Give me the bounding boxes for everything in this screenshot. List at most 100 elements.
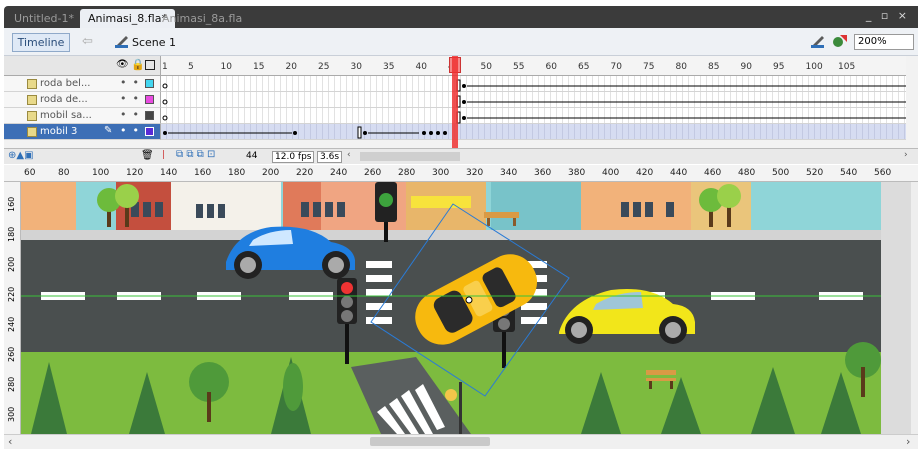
eye-icon[interactable]: 👁 [116,59,129,70]
h-ruler-tick: 180 [228,168,246,178]
new-layer-icon[interactable]: ⊕▲▣ [8,150,34,161]
city-buildings [21,182,881,230]
frame-rate[interactable]: 12.0 fps [272,151,315,163]
horizontal-scroll-thumb[interactable] [370,437,490,446]
layer-name: mobil 3 [40,126,78,137]
tween-markers [162,79,906,139]
transform-point[interactable] [465,296,473,304]
scroll-right-icon[interactable]: › [906,435,910,448]
h-ruler-tick: 540 [840,168,858,178]
vertical-scrollbar[interactable] [911,182,918,434]
h-ruler-tick: 260 [364,168,382,178]
v-ruler-tick: 220 [7,286,16,302]
layer-color-swatch[interactable] [145,111,154,120]
layer-row[interactable]: roda de... •• [4,92,161,108]
layer-visibility-dots[interactable]: •• [120,124,145,137]
horizontal-ruler: 60 80 100 120 140 160 180 200 220 240 260 280 300 320… [4,165,918,182]
scroll-left-icon[interactable]: ‹ [8,435,12,448]
frame-ruler-tick: 5 [188,62,194,72]
edit-symbol-icon[interactable] [832,33,849,49]
layer-visibility-dots[interactable]: •• [120,76,145,89]
timeline-scroll-thumb[interactable] [360,152,460,161]
h-ruler-tick: 480 [738,168,756,178]
v-ruler-tick: 180 [7,226,16,242]
frame-ruler-tick: 15 [253,62,265,72]
back-arrow-icon[interactable]: ⇦ [82,34,93,49]
edit-bar: Timeline ⇦ Scene 1 200% [4,28,918,56]
frame-ruler-tick: 1 [162,62,168,72]
vertical-ruler: 160 180 200 220 240 260 280 300 [4,182,21,434]
onion-skin-icon[interactable]: | [162,150,165,160]
frame-ruler-tick: 75 [643,62,655,72]
stage-artwork [21,182,881,434]
layer-name: roda bel... [40,78,91,89]
h-ruler-tick: 380 [568,168,586,178]
h-ruler-tick: 420 [636,168,654,178]
timeline-button[interactable]: Timeline [12,33,70,52]
elapsed-time: 3.6s [317,151,343,163]
scroll-right-icon[interactable]: › [904,150,908,160]
h-ruler-tick: 140 [160,168,178,178]
scene-label: Scene 1 [132,36,177,49]
frame-ruler-tick: 60 [545,62,557,72]
window-controls[interactable]: _ ▫ × [866,9,910,22]
stage-canvas[interactable] [21,182,881,434]
zoom-select[interactable]: 200% [854,34,914,50]
lock-icon[interactable]: 🔒 [131,58,145,71]
layer-color-swatch[interactable] [145,127,154,136]
frame-ruler-tick: 55 [513,62,525,72]
frame-ruler-tick: 70 [610,62,622,72]
h-ruler-tick: 560 [874,168,892,178]
timeline-status-bar: ⊕▲▣ 🗑 | ⧉ ⧉ ⧉ ⊡ 44 12.0 fps 3.6s ‹ › [4,148,918,164]
h-ruler-tick: 440 [670,168,688,178]
h-ruler-tick: 240 [330,168,348,178]
playhead[interactable] [452,56,458,159]
layer-icon [27,79,37,89]
layer-color-swatch[interactable] [145,79,154,88]
outline-icon[interactable] [145,60,155,70]
layer-visibility-dots[interactable]: •• [120,108,145,121]
edit-scene-icon[interactable] [810,33,827,49]
scene-icon [115,36,128,48]
frame-ruler-tick: 85 [708,62,720,72]
layer-name: roda de... [40,94,88,105]
v-ruler-tick: 200 [7,256,16,272]
h-ruler-tick: 220 [296,168,314,178]
frame-ruler-tick: 10 [220,62,232,72]
layer-name: mobil sa... [40,110,92,121]
h-ruler-tick: 160 [194,168,212,178]
frame-ruler-tick: 30 [350,62,362,72]
h-ruler-tick: 80 [58,168,70,178]
layer-icon [27,111,37,121]
layer-row[interactable]: roda bel... •• [4,76,161,92]
frame-ruler-tick: 90 [740,62,752,72]
v-ruler-tick: 260 [7,346,16,362]
frame-ruler-tick: 100 [805,62,823,72]
frame-ruler-tick: 25 [318,62,330,72]
tab-untitled-1[interactable]: Untitled-1* [6,9,82,28]
frame-ruler[interactable]: 1510152025303540455055606570758085909510… [161,56,906,76]
h-ruler-tick: 500 [772,168,790,178]
layer-visibility-dots[interactable]: •• [120,92,145,105]
v-ruler-tick: 160 [7,196,16,212]
layer-row-selected[interactable]: mobil 3 ✎ •• [4,124,161,140]
tab-animasi-8a[interactable]: Animasi_8a.fla [154,9,250,28]
h-ruler-tick: 200 [262,168,280,178]
layer-color-swatch[interactable] [145,95,154,104]
h-ruler-tick: 280 [398,168,416,178]
h-ruler-tick: 120 [126,168,144,178]
scroll-left-icon[interactable]: ‹ [347,150,351,160]
layer-row[interactable]: mobil sa... •• [4,108,161,124]
onion-skin-outline-icon[interactable]: ⧉ ⧉ ⧉ ⊡ [176,149,215,160]
h-ruler-tick: 320 [466,168,484,178]
document-tab-bar: Untitled-1* Animasi_8.fla* Animasi_8a.fl… [4,6,918,28]
layer-icon [27,95,37,105]
frame-ruler-tick: 95 [773,62,785,72]
frame-ruler-tick: 50 [480,62,492,72]
frame-ruler-tick: 40 [415,62,427,72]
layer-header: 👁 🔒 [4,56,161,76]
layer-icon [27,127,37,137]
v-ruler-tick: 240 [7,316,16,332]
trash-icon[interactable]: 🗑 [141,150,154,161]
h-ruler-tick: 520 [806,168,824,178]
